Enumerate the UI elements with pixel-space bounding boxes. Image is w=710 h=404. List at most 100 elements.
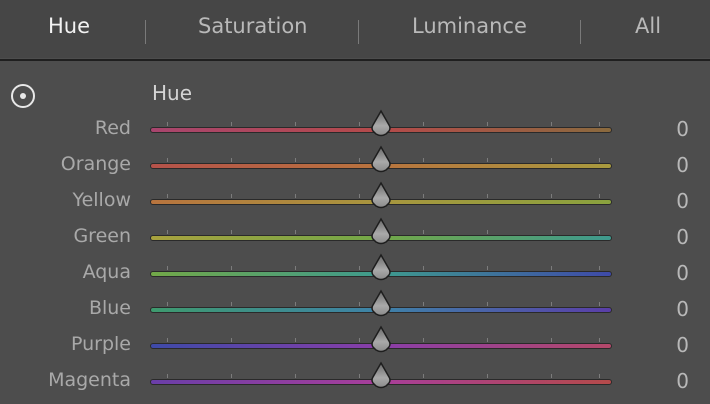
slider-tick — [551, 194, 552, 198]
slider-tick — [167, 266, 168, 270]
slider-track-blue[interactable] — [150, 289, 612, 317]
slider-tick — [359, 302, 360, 306]
slider-thumb[interactable] — [370, 145, 392, 175]
slider-tick — [487, 230, 488, 234]
slider-tick — [295, 266, 296, 270]
slider-tick — [359, 338, 360, 342]
slider-value[interactable]: 0 — [676, 261, 689, 285]
slider-tick — [359, 374, 360, 378]
slider-value[interactable]: 0 — [676, 117, 689, 141]
slider-tick — [295, 158, 296, 162]
slider-thumb[interactable] — [370, 253, 392, 283]
tab-saturation[interactable]: Saturation — [198, 14, 307, 38]
slider-tick — [599, 374, 600, 378]
slider-thumb[interactable] — [370, 217, 392, 247]
slider-tick — [423, 302, 424, 306]
slider-track-yellow[interactable] — [150, 181, 612, 209]
slider-track-purple[interactable] — [150, 325, 612, 353]
slider-label: Aqua — [82, 261, 131, 283]
slider-tick — [551, 302, 552, 306]
slider-thumb[interactable] — [370, 289, 392, 319]
slider-tick — [551, 338, 552, 342]
slider-thumb[interactable] — [370, 109, 392, 139]
slider-tick — [487, 302, 488, 306]
slider-tick — [295, 122, 296, 126]
slider-tick — [295, 374, 296, 378]
slider-thumb[interactable] — [370, 325, 392, 355]
slider-label: Blue — [88, 297, 131, 319]
slider-tick — [295, 302, 296, 306]
slider-tick — [423, 122, 424, 126]
slider-tick — [167, 194, 168, 198]
slider-tick — [231, 338, 232, 342]
slider-tick — [487, 158, 488, 162]
slider-thumb[interactable] — [370, 181, 392, 211]
slider-row-purple: Purple 0 — [0, 325, 710, 364]
slider-tick — [359, 122, 360, 126]
section-title: Hue — [152, 81, 193, 105]
slider-tick — [551, 374, 552, 378]
slider-tick — [599, 194, 600, 198]
slider-tick — [231, 374, 232, 378]
slider-track-green[interactable] — [150, 217, 612, 245]
tab-bar-divider — [0, 59, 710, 61]
slider-tick — [167, 158, 168, 162]
slider-tick — [295, 194, 296, 198]
slider-tick — [487, 194, 488, 198]
slider-row-aqua: Aqua 0 — [0, 253, 710, 292]
tab-separator — [145, 20, 146, 44]
slider-tick — [487, 374, 488, 378]
slider-value[interactable]: 0 — [676, 333, 689, 357]
slider-tick — [231, 302, 232, 306]
slider-value[interactable]: 0 — [676, 297, 689, 321]
slider-tick — [167, 302, 168, 306]
slider-tick — [599, 230, 600, 234]
slider-tick — [231, 122, 232, 126]
tab-separator — [358, 20, 359, 44]
slider-track-red[interactable] — [150, 109, 612, 137]
slider-tick — [551, 122, 552, 126]
slider-tick — [551, 230, 552, 234]
slider-tick — [423, 194, 424, 198]
slider-tick — [231, 230, 232, 234]
slider-tick — [487, 338, 488, 342]
slider-tick — [599, 122, 600, 126]
tab-all[interactable]: All — [635, 14, 661, 38]
slider-tick — [599, 338, 600, 342]
slider-thumb[interactable] — [370, 361, 392, 391]
slider-row-blue: Blue 0 — [0, 289, 710, 328]
slider-row-red: Red 0 — [0, 109, 710, 148]
slider-tick — [487, 122, 488, 126]
slider-value[interactable]: 0 — [676, 225, 689, 249]
slider-track-aqua[interactable] — [150, 253, 612, 281]
tab-separator — [580, 20, 581, 44]
slider-tick — [599, 158, 600, 162]
slider-value[interactable]: 0 — [676, 153, 689, 177]
slider-tick — [359, 266, 360, 270]
slider-label: Green — [73, 225, 131, 247]
slider-label: Yellow — [72, 189, 132, 211]
target-adjustment-icon[interactable] — [11, 84, 35, 108]
slider-value[interactable]: 0 — [676, 369, 689, 393]
slider-tick — [167, 338, 168, 342]
slider-tick — [295, 338, 296, 342]
slider-tick — [359, 230, 360, 234]
slider-row-green: Green 0 — [0, 217, 710, 256]
slider-tick — [359, 194, 360, 198]
tab-bar: Hue Saturation Luminance All — [0, 0, 710, 58]
slider-value[interactable]: 0 — [676, 189, 689, 213]
slider-row-orange: Orange 0 — [0, 145, 710, 184]
slider-track-magenta[interactable] — [150, 361, 612, 389]
slider-row-magenta: Magenta 0 — [0, 361, 710, 400]
slider-tick — [599, 302, 600, 306]
slider-tick — [231, 194, 232, 198]
slider-tick — [231, 266, 232, 270]
tab-hue[interactable]: Hue — [48, 14, 90, 38]
slider-track-orange[interactable] — [150, 145, 612, 173]
slider-row-yellow: Yellow 0 — [0, 181, 710, 220]
tab-luminance[interactable]: Luminance — [412, 14, 527, 38]
slider-tick — [599, 266, 600, 270]
slider-tick — [423, 374, 424, 378]
slider-tick — [423, 230, 424, 234]
slider-label: Red — [94, 117, 131, 139]
